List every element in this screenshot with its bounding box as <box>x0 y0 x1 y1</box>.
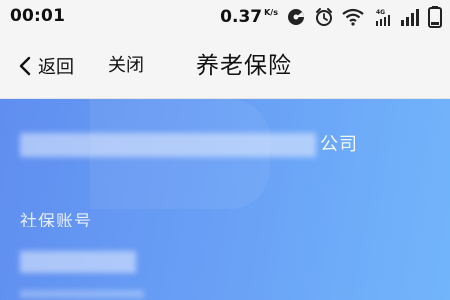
status-icons: 0.37 K/s 4G <box>220 5 442 29</box>
signal-icon <box>400 8 420 26</box>
company-name-redacted <box>20 133 316 157</box>
signal-4g-label: 4G <box>376 9 385 16</box>
company-name-suffix: 公司 <box>320 134 358 155</box>
network-speed-unit: K/s <box>264 8 278 17</box>
close-button[interactable]: 关闭 <box>108 52 144 80</box>
account-label: 社保账号 <box>20 212 92 227</box>
signal-4g-icon: 4G <box>372 7 392 27</box>
notification-icon <box>286 7 306 27</box>
wifi-icon <box>342 8 364 26</box>
network-speed: 0.37 K/s <box>220 7 278 27</box>
nav-bar: 返回 关闭 养老保险 <box>0 34 450 99</box>
page-title: 养老保险 <box>196 53 292 79</box>
status-time: 00:01 <box>10 6 66 26</box>
network-speed-value: 0.37 <box>220 7 263 27</box>
secondary-info-redacted <box>20 290 144 298</box>
insurance-info-card: 公司 社保账号 <box>0 99 450 300</box>
battery-icon <box>428 6 442 28</box>
alarm-icon <box>314 7 334 27</box>
status-bar: 00:01 0.37 K/s 4G <box>0 0 450 34</box>
chevron-left-icon <box>18 55 32 77</box>
back-button[interactable]: 返回 <box>18 52 74 80</box>
account-number-redacted <box>20 251 136 273</box>
back-label: 返回 <box>38 57 74 78</box>
app-screen: 00:01 0.37 K/s 4G 返回 关闭 养老保险 公司 社保账号 <box>0 0 450 300</box>
